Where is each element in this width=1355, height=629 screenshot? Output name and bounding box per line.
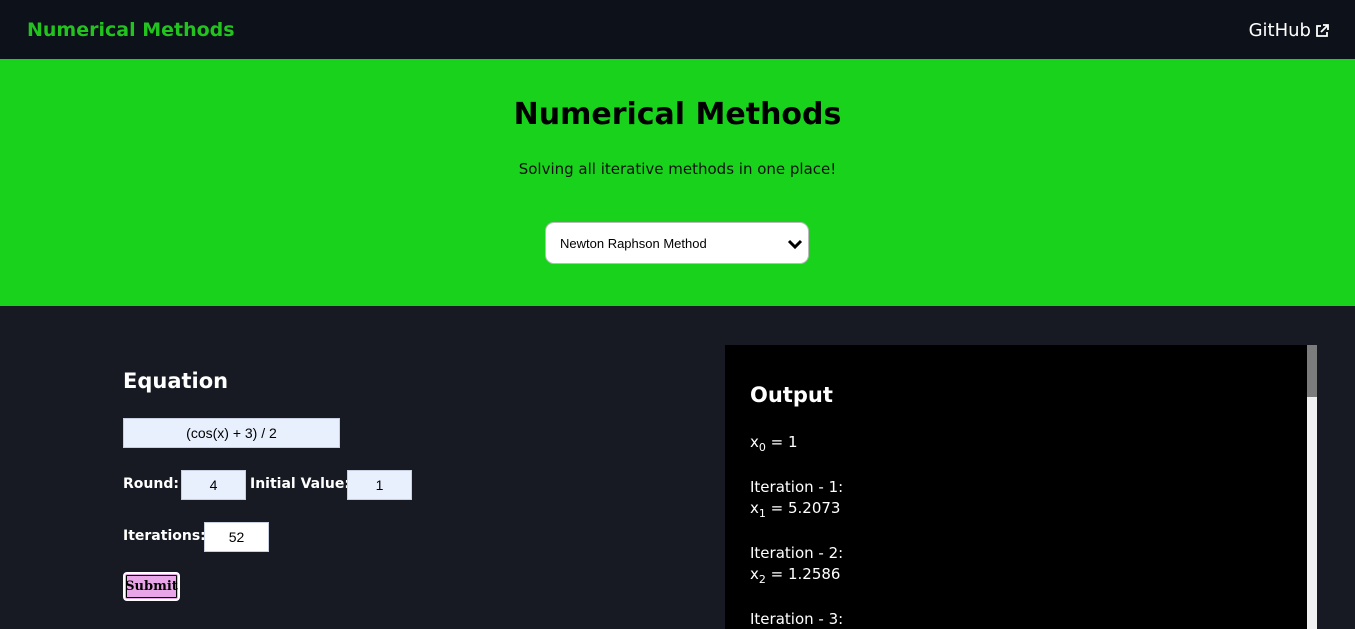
- hero-banner: Numerical Methods Solving all iterative …: [0, 59, 1355, 306]
- method-select[interactable]: Newton Raphson Method: [545, 222, 809, 264]
- submit-button[interactable]: Submit: [123, 572, 180, 601]
- initial-x-line: x0 = 1: [750, 433, 798, 454]
- page-subtitle: Solving all iterative methods in one pla…: [518, 160, 837, 178]
- external-link-icon: [1316, 23, 1329, 37]
- round-label: Round:: [123, 476, 179, 492]
- equation-input[interactable]: (cos(x) + 3) / 2: [123, 418, 340, 448]
- navbar: Numerical Methods GitHub: [0, 0, 1355, 59]
- iteration-1-value: x1 = 5.2073: [750, 499, 841, 520]
- iteration-2-value: x2 = 1.2586: [750, 565, 841, 586]
- round-input[interactable]: 4: [181, 470, 246, 500]
- output-panel: Output x0 = 1 Iteration - 1: x1 = 5.2073…: [725, 345, 1307, 629]
- initial-value-label: Initial Value:: [250, 476, 350, 492]
- page-title: Numerical Methods: [513, 97, 842, 132]
- initial-value-input[interactable]: 1: [347, 470, 412, 500]
- github-label[interactable]: GitHub: [1249, 20, 1311, 41]
- method-select-value: Newton Raphson Method: [560, 236, 707, 251]
- github-link[interactable]: GitHub: [1249, 20, 1329, 41]
- iteration-3-label: Iteration - 3:: [750, 610, 844, 628]
- equation-section: Equation: [123, 369, 228, 393]
- iteration-2-label: Iteration - 2:: [750, 544, 844, 562]
- equation-heading: Equation: [123, 369, 229, 393]
- iterations-label: Iterations:: [123, 528, 206, 544]
- chevron-down-icon: [787, 239, 803, 250]
- brand-title[interactable]: Numerical Methods: [27, 19, 235, 41]
- output-heading: Output: [750, 383, 833, 407]
- iterations-input[interactable]: 52: [204, 522, 269, 552]
- output-scrollbar[interactable]: [1307, 345, 1317, 629]
- scrollbar-thumb[interactable]: [1307, 345, 1317, 397]
- iteration-1-label: Iteration - 1:: [750, 478, 844, 496]
